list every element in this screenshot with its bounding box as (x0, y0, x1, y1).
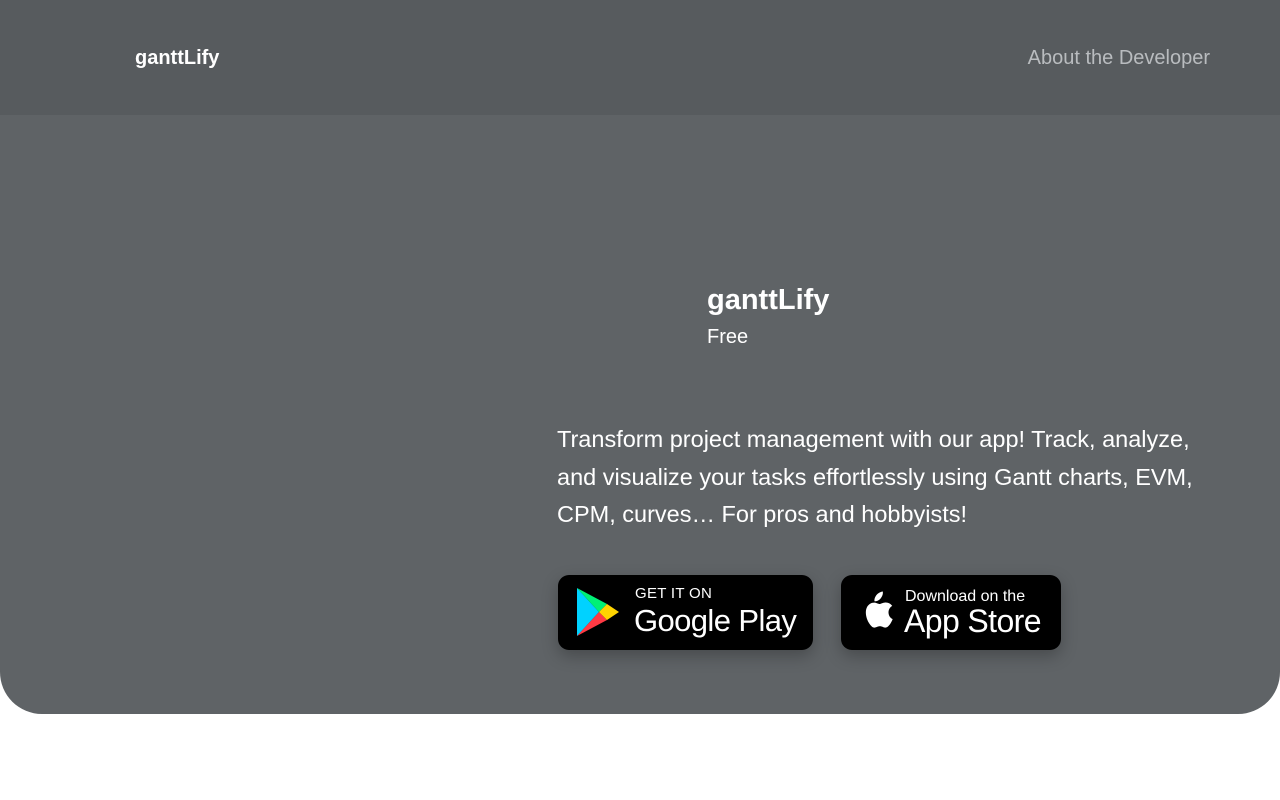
google-play-small-text: GET IT ON (635, 585, 713, 602)
apple-icon (865, 591, 893, 628)
app-description: Transform project management with our ap… (557, 426, 1193, 527)
about-developer-link[interactable]: About the Developer (1028, 46, 1210, 70)
google-play-icon (577, 588, 619, 636)
google-play-button[interactable]: GET IT ON Google Play (558, 575, 813, 650)
hero-section: ganttLify About the Developer ganttLify … (0, 0, 1280, 714)
app-title: ganttLify (707, 284, 830, 316)
top-navbar: ganttLify About the Developer (0, 0, 1280, 115)
app-store-big-text: App Store (904, 603, 1042, 639)
app-price: Free (707, 326, 749, 348)
brand-logo-text[interactable]: ganttLify (135, 46, 219, 70)
app-store-button[interactable]: Download on the App Store (841, 575, 1061, 650)
google-play-big-text: Google Play (634, 603, 797, 638)
